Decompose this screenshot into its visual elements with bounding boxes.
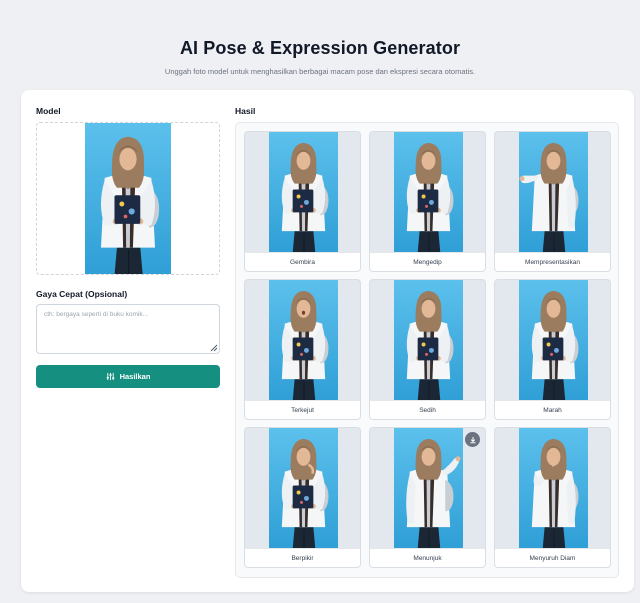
result-caption: Menunjuk (370, 548, 485, 567)
result-caption: Terkejut (245, 400, 360, 419)
result-image (269, 280, 338, 401)
result-caption: Berpikir (245, 548, 360, 567)
result-image (519, 428, 588, 549)
generate-button[interactable]: Hasilkan (36, 365, 220, 388)
download-icon (470, 436, 475, 443)
result-card[interactable]: Berpikir (244, 427, 361, 568)
result-card[interactable]: Menunjuk (369, 427, 486, 568)
result-caption: Gembira (245, 252, 360, 271)
result-card[interactable]: Mengedip (369, 131, 486, 272)
result-card[interactable]: Marah (494, 279, 611, 420)
model-upload-dropzone[interactable] (36, 122, 220, 275)
main-panel: Model Gaya Cepat (Opsional) Hasilkan Has… (21, 90, 634, 592)
page-header: AI Pose & Expression Generator Unggah fo… (0, 38, 640, 76)
result-caption: Mempresentasikan (495, 252, 610, 271)
sliders-icon (106, 372, 114, 381)
style-prompt-input[interactable] (36, 304, 220, 354)
download-button[interactable] (465, 432, 480, 447)
result-image (394, 428, 463, 549)
result-image (519, 132, 588, 253)
results-label: Hasil (235, 106, 256, 116)
result-image (394, 132, 463, 253)
result-image (519, 280, 588, 401)
result-card[interactable]: Terkejut (244, 279, 361, 420)
generate-button-label: Hasilkan (119, 372, 151, 381)
style-label: Gaya Cepat (Opsional) (36, 289, 128, 299)
result-card[interactable]: Menyuruh Diam (494, 427, 611, 568)
page-title: AI Pose & Expression Generator (179, 38, 461, 58)
result-caption: Menyuruh Diam (495, 548, 610, 567)
page-subtitle: Unggah foto model untuk menghasilkan ber… (164, 67, 476, 76)
result-image (269, 428, 338, 549)
result-card[interactable]: Gembira (244, 131, 361, 272)
result-image (269, 132, 338, 253)
result-card[interactable]: Sedih (369, 279, 486, 420)
model-label: Model (36, 106, 61, 116)
result-caption: Marah (495, 400, 610, 419)
results-grid: Gembira Mengedip Mempresentasikan Terkej… (235, 122, 619, 578)
result-card[interactable]: Mempresentasikan (494, 131, 611, 272)
result-image (394, 280, 463, 401)
model-photo (85, 123, 171, 274)
result-caption: Sedih (370, 400, 485, 419)
result-caption: Mengedip (370, 252, 485, 271)
